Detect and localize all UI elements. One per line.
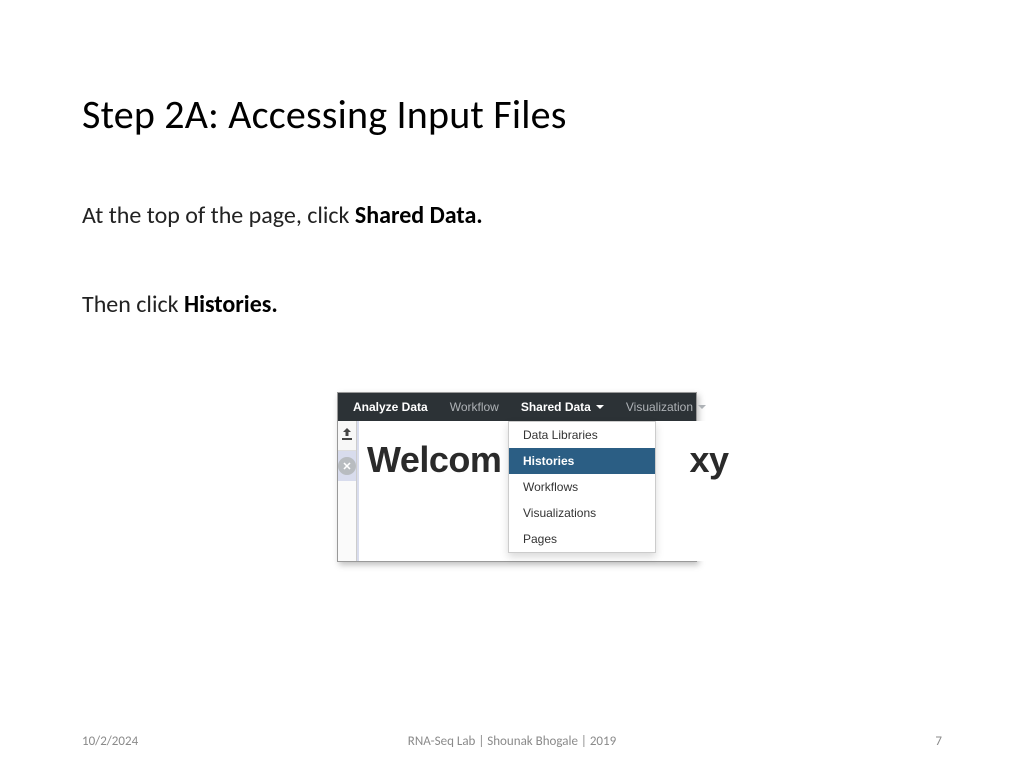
instruction-2-bold: Histories. [184,290,278,319]
slide-title: Step 2A: Accessing Input Files [82,90,942,139]
dropdown-item-data-libraries[interactable]: Data Libraries [509,422,655,448]
instruction-1-bold: Shared Data. [355,201,483,230]
close-icon: ✕ [338,457,356,475]
tool-sidebar: ✕ [338,421,357,561]
close-panel-button[interactable]: ✕ [338,451,356,481]
nav-shared-data-label: Shared Data [521,400,591,414]
instruction-2-prefix: Then click [82,290,184,319]
dropdown-item-workflows[interactable]: Workflows [509,474,655,500]
footer-page-number: 7 [935,734,942,749]
instruction-1-prefix: At the top of the page, click [82,201,355,230]
embedded-screenshot: Analyze Data Workflow Shared Data Visual… [337,392,697,562]
nav-visualization[interactable]: Visualization [615,393,717,421]
nav-analyze-data[interactable]: Analyze Data [342,393,439,421]
upload-button[interactable] [338,421,356,451]
footer-center: RNA-Seq Lab | Shounak Bhogale | 2019 [0,734,1024,749]
dropdown-item-visualizations[interactable]: Visualizations [509,500,655,526]
nav-visualization-label: Visualization [626,400,693,414]
welcome-right: xy [689,439,728,480]
instruction-line-2: Then click Histories. [82,290,942,319]
upload-icon [340,427,354,444]
shared-data-dropdown: Data Libraries Histories Workflows Visua… [508,421,656,553]
instruction-line-1: At the top of the page, click Shared Dat… [82,201,942,230]
slide: Step 2A: Accessing Input Files At the to… [0,0,1024,768]
welcome-left: Welcom [367,439,501,480]
nav-shared-data[interactable]: Shared Data [510,393,615,421]
app-window: Analyze Data Workflow Shared Data Visual… [337,392,697,562]
top-nav: Analyze Data Workflow Shared Data Visual… [338,393,696,421]
nav-workflow[interactable]: Workflow [439,393,510,421]
caret-down-icon [596,405,604,409]
dropdown-item-histories[interactable]: Histories [509,448,655,474]
dropdown-item-pages[interactable]: Pages [509,526,655,552]
caret-down-icon [698,405,706,409]
